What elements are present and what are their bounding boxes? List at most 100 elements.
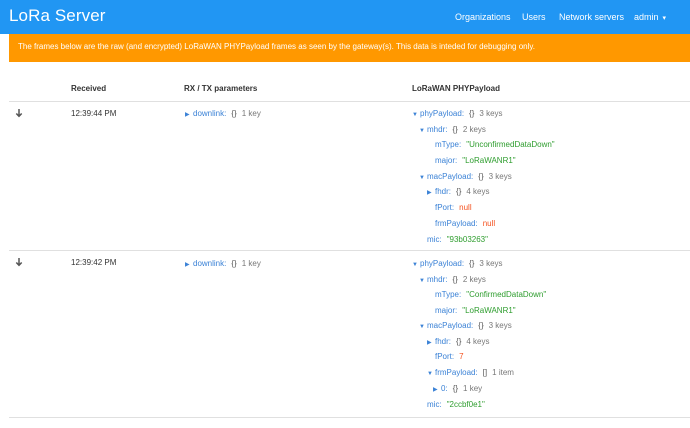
- caret-down-icon: ▼: [419, 278, 425, 284]
- tree-node-macpayload[interactable]: ▼ macPayload:{} 3 keys: [419, 321, 512, 332]
- json-meta: 4 keys: [466, 187, 490, 196]
- nav-network-servers[interactable]: Network servers: [559, 12, 624, 22]
- json-brace: {}: [456, 187, 462, 196]
- json-string-value: "LoRaWANR1": [462, 306, 516, 315]
- caret-right-icon: ▶: [185, 112, 190, 118]
- json-brace: []: [482, 368, 488, 377]
- json-string-value: "LoRaWANR1": [462, 156, 516, 165]
- json-brace: {}: [452, 384, 459, 393]
- json-brace: {}: [469, 109, 475, 118]
- app-bar: LoRa Server Organizations Users Network …: [0, 0, 690, 34]
- received-time: 12:39:42 PM: [71, 258, 117, 267]
- json-meta: 1 key: [241, 259, 261, 268]
- json-string-value: "93b03263": [446, 235, 488, 244]
- json-string-value: "2ccbf0e1": [446, 400, 485, 409]
- json-key: mic: [427, 235, 440, 244]
- json-meta: 1 item: [492, 368, 514, 377]
- json-key: mhdr: [427, 125, 446, 134]
- account-name: admin: [634, 12, 659, 22]
- json-key: fPort: [435, 203, 452, 212]
- tree-leaf-major: major: "LoRaWANR1": [435, 306, 516, 315]
- caret-right-icon: ▶: [427, 340, 432, 346]
- caret-down-icon: ▼: [419, 175, 425, 181]
- caret-right-icon: ▶: [185, 262, 190, 268]
- json-number-value: 7: [459, 352, 464, 361]
- json-key: fPort: [435, 352, 452, 361]
- json-key: fhdr: [435, 187, 449, 196]
- json-key: major: [435, 156, 456, 165]
- tree-node-downlink[interactable]: ▶ downlink:{} 1 key: [185, 109, 261, 120]
- tree-node-downlink[interactable]: ▶ downlink:{} 1 key: [185, 259, 261, 270]
- app-title[interactable]: LoRa Server: [9, 6, 106, 26]
- json-meta: 3 keys: [488, 321, 512, 330]
- json-meta: 1 key: [463, 384, 483, 393]
- json-meta: 1 key: [241, 109, 261, 118]
- json-key: downlink: [193, 109, 225, 118]
- json-key: frmPayload: [435, 368, 476, 377]
- caret-down-icon: ▼: [412, 112, 418, 118]
- tree-leaf-fport: fPort: null: [435, 203, 472, 212]
- json-key: mic: [427, 400, 440, 409]
- caret-right-icon: ▶: [433, 387, 438, 393]
- row-divider: [9, 250, 690, 251]
- tree-node-macpayload[interactable]: ▼ macPayload:{} 3 keys: [419, 172, 512, 183]
- json-string-value: "UnconfirmedDataDown": [466, 140, 555, 149]
- received-time: 12:39:44 PM: [71, 109, 117, 118]
- json-brace: {}: [456, 337, 462, 346]
- arrow-down-icon[interactable]: [14, 257, 24, 267]
- tree-leaf-fport: fPort: 7: [435, 352, 464, 361]
- column-header-phypayload: LoRaWAN PHYPayload: [412, 84, 501, 93]
- caret-down-icon: ▼: [427, 371, 433, 377]
- chevron-down-icon: ▾: [662, 15, 667, 22]
- json-key: downlink: [193, 259, 225, 268]
- json-key: macPayload: [427, 321, 472, 330]
- json-key: phyPayload: [420, 109, 462, 118]
- caret-right-icon: ▶: [427, 190, 432, 196]
- tree-leaf-mtype: mType: "ConfirmedDataDown": [435, 290, 547, 299]
- json-meta: 4 keys: [466, 337, 490, 346]
- tree-node-frmpayload[interactable]: ▼ frmPayload:[] 1 item: [427, 368, 514, 379]
- tree-node-mhdr[interactable]: ▼ mhdr:{} 2 keys: [419, 125, 486, 136]
- json-key: fhdr: [435, 337, 449, 346]
- json-meta: 3 keys: [479, 259, 503, 268]
- nav-account-menu[interactable]: admin ▾: [634, 12, 666, 22]
- tree-node-phypayload[interactable]: ▼ phyPayload:{} 3 keys: [412, 259, 503, 270]
- column-header-rxtx: RX / TX parameters: [184, 84, 258, 93]
- column-header-received: Received: [71, 84, 107, 93]
- caret-down-icon: ▼: [412, 262, 418, 268]
- tree-node-mhdr[interactable]: ▼ mhdr:{} 2 keys: [419, 275, 486, 286]
- json-brace: {}: [469, 259, 475, 268]
- nav-users[interactable]: Users: [522, 12, 546, 22]
- json-meta: 2 keys: [462, 275, 486, 284]
- tree-leaf-mic: mic: "2ccbf0e1": [427, 400, 485, 409]
- tree-node-phypayload[interactable]: ▼ phyPayload:{} 3 keys: [412, 109, 503, 120]
- json-key: mhdr: [427, 275, 446, 284]
- json-brace: {}: [478, 172, 484, 181]
- json-null-value: null: [459, 203, 472, 212]
- json-meta: 3 keys: [488, 172, 512, 181]
- row-divider: [9, 417, 690, 418]
- tree-node-fhdr[interactable]: ▶ fhdr:{} 4 keys: [427, 337, 490, 348]
- json-key: frmPayload: [435, 219, 476, 228]
- tree-leaf-mtype: mType: "UnconfirmedDataDown": [435, 140, 555, 149]
- json-meta: 3 keys: [479, 109, 503, 118]
- caret-down-icon: ▼: [419, 324, 425, 330]
- caret-down-icon: ▼: [419, 128, 425, 134]
- json-meta: 2 keys: [462, 125, 486, 134]
- json-null-value: null: [482, 219, 496, 228]
- banner-text: The frames below are the raw (and encryp…: [18, 42, 536, 51]
- tree-leaf-mic: mic: "93b03263": [427, 235, 488, 244]
- debug-warning-banner: The frames below are the raw (and encryp…: [9, 34, 690, 62]
- json-brace: {}: [452, 125, 458, 134]
- tree-node-item-0[interactable]: ▶ 0:{} 1 key: [433, 384, 482, 395]
- tree-leaf-major: major: "LoRaWANR1": [435, 156, 516, 165]
- json-brace: {}: [231, 109, 237, 118]
- json-key: macPayload: [427, 172, 472, 181]
- nav-organizations[interactable]: Organizations: [455, 12, 511, 22]
- json-key: phyPayload: [420, 259, 462, 268]
- tree-node-fhdr[interactable]: ▶ fhdr:{} 4 keys: [427, 187, 490, 198]
- header-divider: [9, 101, 690, 102]
- json-key: mType: [435, 140, 460, 149]
- arrow-down-icon[interactable]: [14, 108, 24, 118]
- json-key: mType: [435, 290, 460, 299]
